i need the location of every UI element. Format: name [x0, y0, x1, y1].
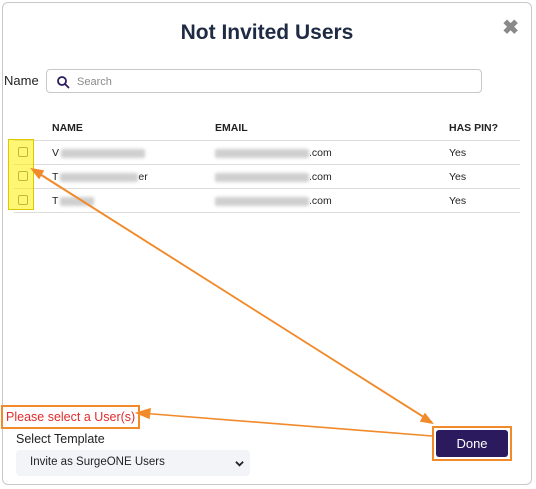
- redacted-text: [60, 172, 139, 182]
- column-header-email: EMAIL: [215, 122, 248, 134]
- error-message: Please select a User(s): [6, 410, 136, 424]
- table-row: Ter .com Yes: [14, 165, 520, 189]
- has-pin-value: Yes: [449, 195, 467, 207]
- search-box[interactable]: [46, 69, 482, 93]
- close-icon[interactable]: ✖: [502, 15, 519, 40]
- template-selected-value: Invite as SurgeONE Users: [30, 456, 165, 468]
- table-header: NAME EMAIL HAS PIN?: [14, 118, 520, 141]
- redacted-text: [60, 196, 95, 206]
- redacted-text: [215, 196, 309, 206]
- column-header-has-pin: HAS PIN?: [449, 122, 499, 134]
- user-email: .com: [215, 147, 332, 159]
- chevron-down-icon: [235, 461, 244, 467]
- table-row: T .com Yes: [14, 189, 520, 213]
- user-name: V: [52, 147, 146, 159]
- user-name: T: [52, 195, 95, 207]
- users-table: NAME EMAIL HAS PIN? V .com Yes Ter .com …: [14, 118, 520, 213]
- user-email: .com: [215, 195, 332, 207]
- template-label: Select Template: [16, 432, 105, 446]
- search-label: Name: [4, 73, 39, 88]
- done-button[interactable]: Done: [436, 430, 508, 457]
- has-pin-value: Yes: [449, 147, 467, 159]
- checkbox-highlight: [8, 139, 34, 210]
- has-pin-value: Yes: [449, 171, 467, 183]
- redacted-text: [61, 148, 146, 158]
- template-select[interactable]: Invite as SurgeONE Users: [16, 450, 250, 476]
- redacted-text: [215, 172, 309, 182]
- error-callout: Please select a User(s): [1, 405, 141, 429]
- search-icon: [57, 76, 70, 89]
- column-header-name: NAME: [52, 122, 83, 134]
- table-row: V .com Yes: [14, 141, 520, 165]
- dialog-title: Not Invited Users: [180, 21, 354, 44]
- redacted-text: [215, 148, 309, 158]
- user-email: .com: [215, 171, 332, 183]
- user-name: Ter: [52, 171, 148, 183]
- search-input[interactable]: [75, 73, 469, 91]
